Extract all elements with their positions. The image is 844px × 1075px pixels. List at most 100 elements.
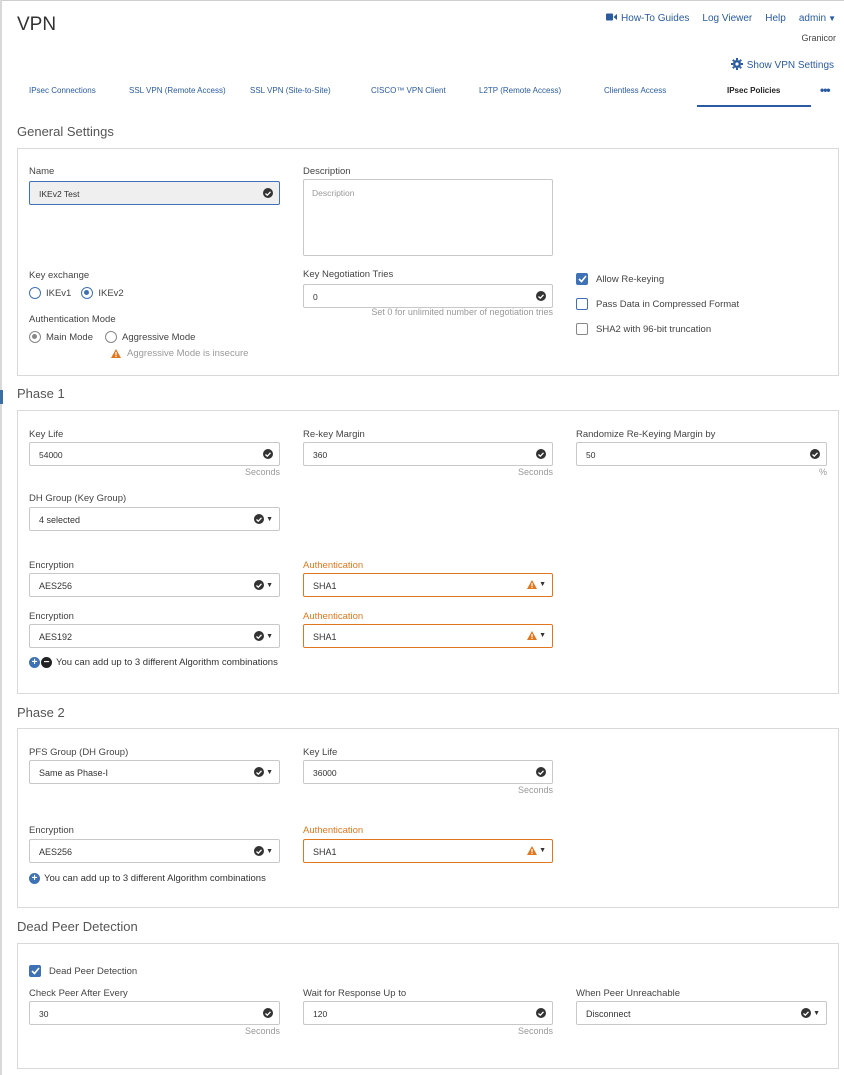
p1-randomize-field[interactable]: 50 bbox=[576, 442, 827, 466]
p1-authentication-value-1: SHA1 bbox=[313, 581, 337, 591]
check-circle-icon bbox=[536, 1008, 546, 1018]
check-dropdown-icon: ▼ bbox=[801, 1008, 820, 1018]
check-peer-unit: Seconds bbox=[244, 1026, 280, 1036]
p2-authentication-select[interactable]: SHA1 ▼ bbox=[303, 839, 553, 863]
p1-rekey-margin-label: Re-key Margin bbox=[303, 429, 365, 440]
pfs-group-label: PFS Group (DH Group) bbox=[29, 747, 129, 758]
peer-unreachable-value: Disconnect bbox=[586, 1009, 631, 1019]
p1-key-life-value: 54000 bbox=[39, 450, 63, 460]
key-exchange-label: Key exchange bbox=[29, 270, 90, 281]
p1-dh-group-select[interactable]: 4 selected ▼ bbox=[29, 507, 280, 531]
main-mode-radio[interactable] bbox=[29, 331, 41, 343]
name-field[interactable]: IKEv2 Test bbox=[29, 181, 280, 205]
sha2-truncation-label: SHA2 with 96-bit truncation bbox=[596, 323, 712, 335]
scroll-marker bbox=[0, 390, 3, 404]
log-viewer-link[interactable]: Log Viewer bbox=[702, 13, 752, 24]
howto-label: How-To Guides bbox=[621, 13, 690, 24]
minus-circle-icon[interactable]: − bbox=[41, 657, 52, 668]
pass-compressed-row: Pass Data in Compressed Format bbox=[576, 298, 739, 310]
dpd-checkbox[interactable] bbox=[29, 965, 41, 977]
p1-key-life-unit: Seconds bbox=[244, 467, 280, 477]
p1-randomize-label: Randomize Re-Keying Margin by bbox=[576, 429, 716, 440]
wait-response-field[interactable]: 120 bbox=[303, 1001, 553, 1025]
howto-link[interactable]: How-To Guides bbox=[606, 13, 689, 24]
tab-cisco-vpn-client[interactable]: CISCO™ VPN Client bbox=[371, 86, 446, 95]
p2-add-hint: You can add up to 3 different Algorithm … bbox=[44, 873, 266, 884]
aggressive-mode-radio[interactable] bbox=[105, 331, 117, 343]
allow-rekeying-checkbox[interactable] bbox=[576, 273, 588, 285]
tab-ssl-vpn-site[interactable]: SSL VPN (Site-to-Site) bbox=[250, 86, 331, 95]
p1-encryption-label-1: Encryption bbox=[29, 560, 74, 571]
tab-clientless-access[interactable]: Clientless Access bbox=[604, 86, 666, 95]
gear-icon bbox=[730, 58, 743, 73]
tab-bar: IPsec Connections SSL VPN (Remote Access… bbox=[17, 83, 839, 108]
check-dropdown-icon: ▼ bbox=[254, 846, 273, 856]
ikev2-radio[interactable] bbox=[81, 287, 94, 299]
plus-circle-icon[interactable]: + bbox=[29, 657, 40, 668]
p1-randomize-value: 50 bbox=[586, 450, 596, 460]
p2-key-life-field[interactable]: 36000 bbox=[303, 760, 553, 784]
p2-encryption-value: AES256 bbox=[39, 847, 73, 857]
p2-authentication-value: SHA1 bbox=[313, 847, 337, 857]
check-dropdown-icon: ▼ bbox=[254, 514, 273, 524]
name-value: IKEv2 Test bbox=[39, 189, 80, 199]
active-tab-indicator bbox=[697, 105, 811, 107]
dpd-checkbox-label: Dead Peer Detection bbox=[49, 965, 138, 977]
pfs-group-value: Same as Phase-I bbox=[39, 768, 109, 778]
p2-key-life-value: 36000 bbox=[313, 768, 337, 778]
description-label: Description bbox=[303, 166, 351, 177]
key-exchange-radio-group: IKEv1 IKEv2 bbox=[29, 287, 124, 299]
p1-key-life-label: Key Life bbox=[29, 429, 64, 440]
plus-circle-icon[interactable]: + bbox=[29, 873, 40, 884]
p2-encryption-select[interactable]: AES256 ▼ bbox=[29, 839, 280, 863]
main-mode-label: Main Mode bbox=[46, 331, 93, 343]
phase2-title: Phase 2 bbox=[17, 705, 65, 720]
check-circle-icon bbox=[263, 1008, 273, 1018]
pfs-group-select[interactable]: Same as Phase-I ▼ bbox=[29, 760, 280, 784]
check-circle-icon bbox=[536, 767, 546, 777]
key-tries-value: 0 bbox=[313, 292, 318, 302]
page-title: VPN bbox=[17, 14, 57, 35]
p1-authentication-label-2: Authentication bbox=[303, 611, 364, 622]
tab-l2tp[interactable]: L2TP (Remote Access) bbox=[479, 86, 561, 95]
p1-add-algorithm-row: + − You can add up to 3 different Algori… bbox=[29, 657, 278, 668]
peer-unreachable-select[interactable]: Disconnect ▼ bbox=[576, 1001, 827, 1025]
p2-authentication-label: Authentication bbox=[303, 825, 364, 836]
p1-key-life-field[interactable]: 54000 bbox=[29, 442, 280, 466]
admin-label: admin bbox=[798, 13, 827, 24]
sha2-truncation-checkbox[interactable] bbox=[576, 323, 588, 335]
p1-dh-group-value: 4 selected bbox=[39, 515, 81, 525]
p1-authentication-label-1: Authentication bbox=[303, 560, 364, 571]
wait-response-unit: Seconds bbox=[517, 1026, 553, 1036]
p1-rekey-margin-field[interactable]: 360 bbox=[303, 442, 553, 466]
sha2-truncation-row: SHA2 with 96-bit truncation bbox=[576, 323, 711, 335]
dpd-panel: Dead Peer Detection Check Peer After Eve… bbox=[17, 943, 839, 1069]
aggressive-warning: Aggressive Mode is insecure bbox=[111, 348, 248, 359]
p1-encryption-select-2[interactable]: AES192 ▼ bbox=[29, 624, 280, 648]
show-vpn-settings-link[interactable]: Show VPN Settings bbox=[730, 58, 834, 73]
check-peer-label: Check Peer After Every bbox=[29, 988, 128, 999]
peer-unreachable-label: When Peer Unreachable bbox=[576, 988, 681, 999]
admin-menu[interactable]: admin ▼ bbox=[799, 13, 836, 24]
pass-compressed-checkbox[interactable] bbox=[576, 298, 588, 310]
ikev1-radio[interactable] bbox=[29, 287, 41, 299]
tab-ipsec-connections[interactable]: IPsec Connections bbox=[29, 86, 96, 95]
p1-encryption-select-1[interactable]: AES256 ▼ bbox=[29, 573, 280, 597]
warning-dropdown-icon: ▼ bbox=[527, 580, 546, 589]
warning-dropdown-icon: ▼ bbox=[527, 846, 546, 855]
check-peer-value: 30 bbox=[39, 1009, 49, 1019]
check-dropdown-icon: ▼ bbox=[254, 580, 273, 590]
p1-authentication-select-2[interactable]: SHA1 ▼ bbox=[303, 624, 553, 648]
ikev2-label: IKEv2 bbox=[98, 287, 124, 299]
tab-ipsec-policies[interactable]: IPsec Policies bbox=[727, 86, 780, 95]
more-tabs-button[interactable]: ••• bbox=[820, 83, 831, 97]
help-link[interactable]: Help bbox=[765, 13, 786, 24]
check-peer-field[interactable]: 30 bbox=[29, 1001, 280, 1025]
p1-authentication-select-1[interactable]: SHA1 ▼ bbox=[303, 573, 553, 597]
tab-ssl-vpn-remote[interactable]: SSL VPN (Remote Access) bbox=[129, 86, 226, 95]
description-input[interactable] bbox=[303, 179, 553, 256]
check-circle-icon bbox=[536, 449, 546, 459]
pass-compressed-label: Pass Data in Compressed Format bbox=[596, 298, 740, 310]
key-tries-field[interactable]: 0 bbox=[303, 284, 553, 308]
p1-rekey-margin-value: 360 bbox=[313, 450, 328, 460]
